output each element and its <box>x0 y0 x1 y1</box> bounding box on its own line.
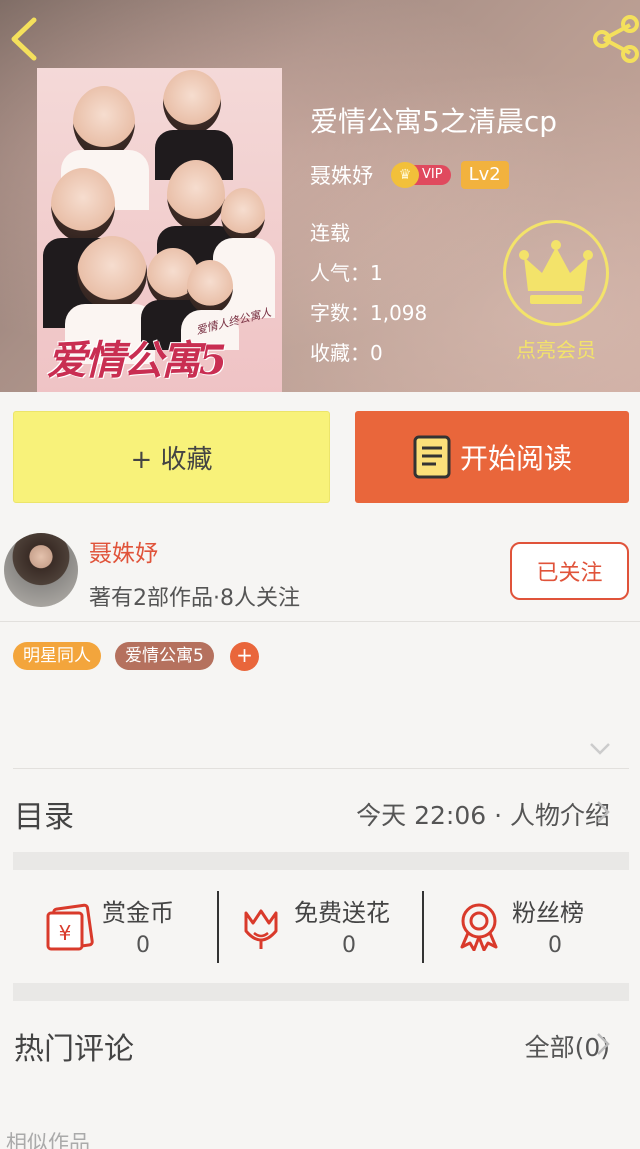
author-row: 聂姝妤 ♛ VIP Lv2 <box>310 160 509 190</box>
share-button[interactable] <box>590 14 640 64</box>
book-cover[interactable]: 爱情人终公寓人 爱情公寓5 <box>37 68 282 392</box>
section-gap <box>13 983 629 1001</box>
serial-status: 连载 <box>310 221 350 245</box>
divider <box>0 621 640 622</box>
crown-icon <box>519 240 593 304</box>
start-reading-button[interactable]: 开始阅读 <box>355 411 629 503</box>
member-button[interactable]: 点亮会员 <box>503 220 609 363</box>
reward-coins-count: 0 <box>136 933 150 958</box>
reward-flower-count: 0 <box>342 933 356 958</box>
popularity: 人气：1 <box>310 261 383 285</box>
toc-label[interactable]: 目录 <box>14 792 74 836</box>
author-avatar[interactable] <box>4 533 78 607</box>
flower-icon <box>244 909 278 949</box>
chevron-right-icon <box>597 1033 610 1055</box>
book-stats: 连载 人气：1 字数：1,098 收藏：0 <box>310 213 427 373</box>
hot-comments-label: 热门评论 <box>14 1032 134 1067</box>
crown-icon: ♛ <box>391 162 419 188</box>
chevron-down-icon[interactable] <box>588 740 612 758</box>
similar-works-label: 相似作品 <box>6 1131 90 1149</box>
reward-flower-title: 免费送花 <box>294 899 390 927</box>
collect-button[interactable]: + 收藏 <box>13 411 330 503</box>
divider <box>217 891 219 963</box>
reward-fan-ranking-title: 粉丝榜 <box>512 899 584 927</box>
author-card-name[interactable]: 聂姝妤 <box>89 534 158 568</box>
rosette-icon <box>460 903 498 951</box>
tag-ipartment5[interactable]: 爱情公寓5 <box>115 642 214 670</box>
chevron-right-icon <box>597 801 610 823</box>
cover-title: 爱情公寓5 <box>47 337 227 384</box>
reward-fan-ranking[interactable]: 粉丝榜 0 <box>456 893 616 963</box>
tag-celebrity-fanfic[interactable]: 明星同人 <box>13 642 101 670</box>
svg-text:¥: ¥ <box>59 921 72 945</box>
share-icon <box>593 15 639 63</box>
divider <box>13 768 629 769</box>
red-envelope-icon: ¥ <box>46 903 94 951</box>
reward-coins[interactable]: ¥ 赏金币 0 <box>44 893 194 963</box>
back-arrow-icon <box>11 17 37 61</box>
follow-button[interactable]: 已关注 <box>510 542 629 600</box>
book-header: 爱情人终公寓人 爱情公寓5 爱情公寓5之清晨cp 聂姝妤 ♛ VIP Lv2 连… <box>0 0 640 392</box>
reward-flower[interactable]: 免费送花 0 <box>238 893 408 963</box>
book-title: 爱情公寓5之清晨cp <box>310 105 557 138</box>
reward-coins-title: 赏金币 <box>102 899 174 927</box>
author-name[interactable]: 聂姝妤 <box>310 160 373 190</box>
favorite-count: 收藏：0 <box>310 341 383 365</box>
section-gap <box>13 852 629 870</box>
start-reading-label: 开始阅读 <box>459 442 572 475</box>
divider <box>422 891 424 963</box>
reward-fan-ranking-count: 0 <box>548 933 562 958</box>
back-button[interactable] <box>4 14 48 64</box>
toc-latest-chapter[interactable]: 今天 22:06 · 人物介绍 <box>356 796 610 832</box>
member-label: 点亮会员 <box>516 338 596 362</box>
author-meta: 著有2部作品·8人关注 <box>89 586 300 611</box>
vip-badge: ♛ VIP <box>391 162 451 188</box>
book-icon <box>413 435 451 479</box>
member-ring <box>503 220 609 326</box>
level-badge: Lv2 <box>460 161 509 189</box>
add-tag-button[interactable]: + <box>230 642 259 671</box>
book-info: 爱情公寓5之清晨cp 聂姝妤 ♛ VIP Lv2 连载 人气：1 字数：1,09… <box>310 100 557 365</box>
word-count: 字数：1,098 <box>310 301 428 325</box>
